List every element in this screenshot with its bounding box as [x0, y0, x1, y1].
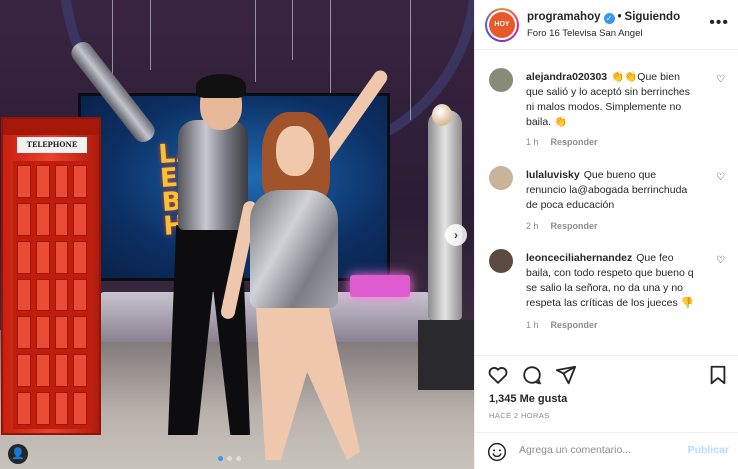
bookmark-icon[interactable]: [707, 364, 729, 386]
light-curtain: [292, 0, 293, 60]
following-button[interactable]: Siguiendo: [625, 11, 681, 23]
comment-icon[interactable]: [521, 364, 543, 386]
action-row: [487, 364, 577, 386]
booth-sign: TELEPHONE: [17, 137, 87, 153]
comment-body: lulaluvisky Que bueno que renuncio la@abo…: [526, 168, 698, 213]
post-header: HOY programahoy ✓ • Siguiendo Foro 16 Telev…: [475, 0, 738, 50]
comment-item: lulaluvisky Que bueno que renuncio la@abo…: [489, 166, 729, 238]
author-avatar[interactable]: HOY: [485, 8, 519, 42]
side-light: [350, 275, 410, 297]
avatar-logo: HOY: [489, 12, 515, 38]
add-comment-bar: Publicar: [475, 432, 738, 469]
comment-item: alejandra020303 👏👏Que bien que salió y lo…: [489, 68, 729, 158]
comment-username[interactable]: lulaluvisky: [526, 169, 580, 181]
carousel-dot: [227, 456, 232, 461]
dancer-woman-face: [276, 126, 314, 176]
comment-time[interactable]: 1 h: [526, 137, 539, 147]
trophy-sculpture: [428, 110, 462, 320]
comment-meta: 1 h Responder: [526, 320, 598, 330]
comment-time[interactable]: 1 h: [526, 320, 539, 330]
carousel-indicator: [218, 456, 241, 461]
heart-icon[interactable]: [487, 364, 509, 386]
light-curtain: [255, 0, 256, 82]
dancer-man-shirt: [178, 120, 248, 230]
comment-item: leonceciliahernandez Que feo baila, con t…: [489, 249, 729, 341]
reply-button[interactable]: Responder: [551, 137, 598, 147]
publish-button[interactable]: Publicar: [688, 444, 729, 456]
comment-username[interactable]: leonceciliahernandez: [526, 252, 632, 264]
comment-body: alejandra020303 👏👏Que bien que salió y lo…: [526, 70, 698, 130]
reply-button[interactable]: Responder: [551, 221, 598, 231]
author-username[interactable]: programahoy: [527, 11, 601, 23]
carousel-dot: [236, 456, 241, 461]
comment-username[interactable]: alejandra020303: [526, 71, 607, 83]
more-options-icon[interactable]: •••: [709, 14, 729, 32]
light-curtain: [330, 0, 331, 95]
comment-meta: 1 h Responder: [526, 137, 598, 147]
tagged-users-icon[interactable]: 👤: [8, 444, 28, 464]
share-icon[interactable]: [555, 364, 577, 386]
commenter-avatar[interactable]: [489, 68, 513, 92]
commenter-avatar[interactable]: [489, 166, 513, 190]
separator-dot: •: [617, 11, 622, 23]
post-sidebar: HOY programahoy ✓ • Siguiendo Foro 16 Telev…: [474, 0, 738, 469]
next-slide-icon[interactable]: ›: [445, 224, 467, 246]
phone-booth: TELEPHONE: [1, 117, 101, 435]
verified-badge-icon: ✓: [603, 13, 615, 24]
post-actions: 1,345 Me gusta HACE 2 HORAS Publicar: [475, 355, 738, 469]
dancer-woman-dress: [250, 190, 338, 308]
dancer-man-hair: [196, 74, 246, 98]
like-comment-icon[interactable]: ♡: [716, 172, 725, 183]
comment-body: leonceciliahernandez Que feo baila, con t…: [526, 251, 698, 311]
author-line: programahoy ✓ • Siguiendo: [527, 11, 680, 24]
post-timestamp[interactable]: HACE 2 HORAS: [489, 411, 550, 420]
post-location[interactable]: Foro 16 Televisa San Angel: [527, 28, 642, 39]
post-photo[interactable]: LA ESC BA HO TELEPHONE › 👤: [0, 0, 474, 469]
light-curtain: [410, 0, 411, 120]
like-count[interactable]: 1,345 Me gusta: [489, 393, 567, 405]
trophy-ornament: [432, 104, 452, 126]
booth-window-grid: [13, 161, 91, 429]
trophy-pedestal: [418, 320, 474, 390]
comment-time[interactable]: 2 h: [526, 221, 539, 231]
commenter-avatar[interactable]: [489, 249, 513, 273]
emoji-icon[interactable]: [487, 442, 507, 462]
booth-crown: [3, 119, 99, 135]
reply-button[interactable]: Responder: [551, 320, 598, 330]
comment-meta: 2 h Responder: [526, 221, 598, 231]
light-curtain: [150, 0, 151, 70]
carousel-dot-active: [218, 456, 223, 461]
comment-input[interactable]: [519, 444, 659, 456]
like-comment-icon[interactable]: ♡: [716, 255, 725, 266]
like-comment-icon[interactable]: ♡: [716, 74, 725, 85]
